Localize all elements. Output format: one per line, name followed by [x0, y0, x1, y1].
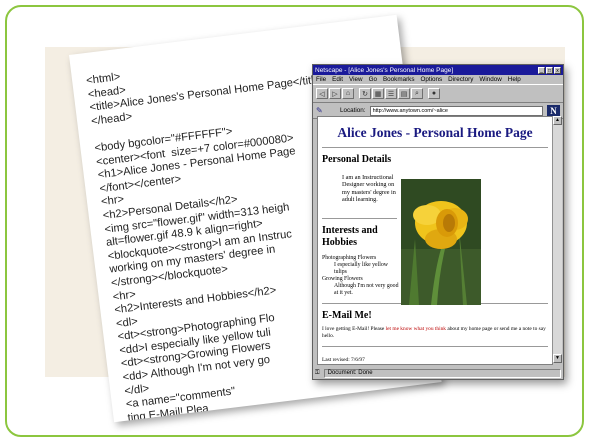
scroll-down-icon[interactable]: ▼: [553, 354, 562, 363]
forward-icon[interactable]: ▷: [329, 88, 341, 99]
status-bar: ⚿ Document: Done: [315, 368, 561, 378]
email-text: I love getting E-Mail! Please: [322, 325, 385, 332]
find-icon[interactable]: ⌕: [411, 88, 423, 99]
security-key-icon: ⚿: [315, 369, 320, 376]
illustration-frame: <html> <head> <title>Alice Jones's Perso…: [5, 5, 584, 437]
section-email: E-Mail Me!: [322, 309, 372, 321]
scroll-up-icon[interactable]: ▲: [553, 116, 562, 125]
menu-directory[interactable]: Directory: [448, 76, 473, 83]
location-label: Location:: [340, 107, 366, 114]
home-icon[interactable]: ⌂: [342, 88, 354, 99]
maximize-icon[interactable]: □: [546, 66, 553, 74]
hobby-list: Photographing Flowers I especially like …: [322, 255, 402, 297]
divider: [322, 345, 548, 347]
browser-titlebar: Netscape - [Alice Jones's Personal Home …: [313, 65, 563, 75]
reload-icon[interactable]: ↻: [359, 88, 371, 99]
page-heading: Alice Jones - Personal Home Page: [337, 125, 533, 140]
hobby-title: Growing Flowers: [322, 275, 363, 282]
minimize-icon[interactable]: _: [538, 66, 545, 74]
daffodil-image: [401, 179, 481, 305]
back-icon[interactable]: ◁: [316, 88, 328, 99]
last-updated: Last revised: 7/6/97: [322, 356, 365, 363]
netscape-logo: N: [547, 104, 560, 117]
window-title: Netscape - [Alice Jones's Personal Home …: [315, 66, 454, 74]
page-content: Alice Jones - Personal Home Page Persona…: [317, 116, 553, 365]
close-icon[interactable]: x: [554, 66, 561, 74]
menu-options[interactable]: Options: [420, 76, 442, 83]
menu-file[interactable]: File: [316, 76, 326, 83]
bookmark-icon[interactable]: ✎: [316, 106, 326, 116]
menu-window[interactable]: Window: [479, 76, 501, 83]
menu-help[interactable]: Help: [508, 76, 521, 83]
hobby-title: Photographing Flowers: [322, 254, 377, 261]
menu-bar: File Edit View Go Bookmarks Options Dire…: [313, 75, 563, 84]
browser-window: Netscape - [Alice Jones's Personal Home …: [312, 64, 564, 380]
section-personal-details: Personal Details: [322, 154, 392, 165]
menu-view[interactable]: View: [349, 76, 363, 83]
status-text: Document: Done: [323, 368, 561, 378]
flower-image: [401, 179, 481, 305]
menu-bookmarks[interactable]: Bookmarks: [383, 76, 415, 83]
location-input[interactable]: http://www.anytown.com/~alice: [369, 105, 543, 116]
hobby-description: I especially like yellow tulips: [334, 261, 388, 275]
vertical-scrollbar[interactable]: ▲ ▼: [552, 116, 562, 363]
print-icon[interactable]: ▤: [398, 88, 410, 99]
divider: [322, 217, 397, 219]
email-link[interactable]: let me know what you think: [386, 326, 446, 332]
images-icon[interactable]: ▦: [372, 88, 384, 99]
stop-icon[interactable]: ●: [428, 88, 440, 99]
bio-text: I am an Instructional Designer working o…: [342, 174, 396, 204]
menu-go[interactable]: Go: [369, 76, 377, 83]
divider: [322, 147, 548, 148]
email-paragraph: I love getting E-Mail! Please let me kno…: [322, 326, 548, 340]
open-icon[interactable]: ☰: [385, 88, 397, 99]
hobby-description: Although I'm not very good at it yet.: [334, 282, 399, 296]
section-interests: Interests and Hobbies: [322, 224, 378, 248]
toolbar: ◁ ▷ ⌂ ↻ ▦ ☰ ▤ ⌕ ●: [313, 84, 563, 103]
menu-edit[interactable]: Edit: [332, 76, 343, 83]
